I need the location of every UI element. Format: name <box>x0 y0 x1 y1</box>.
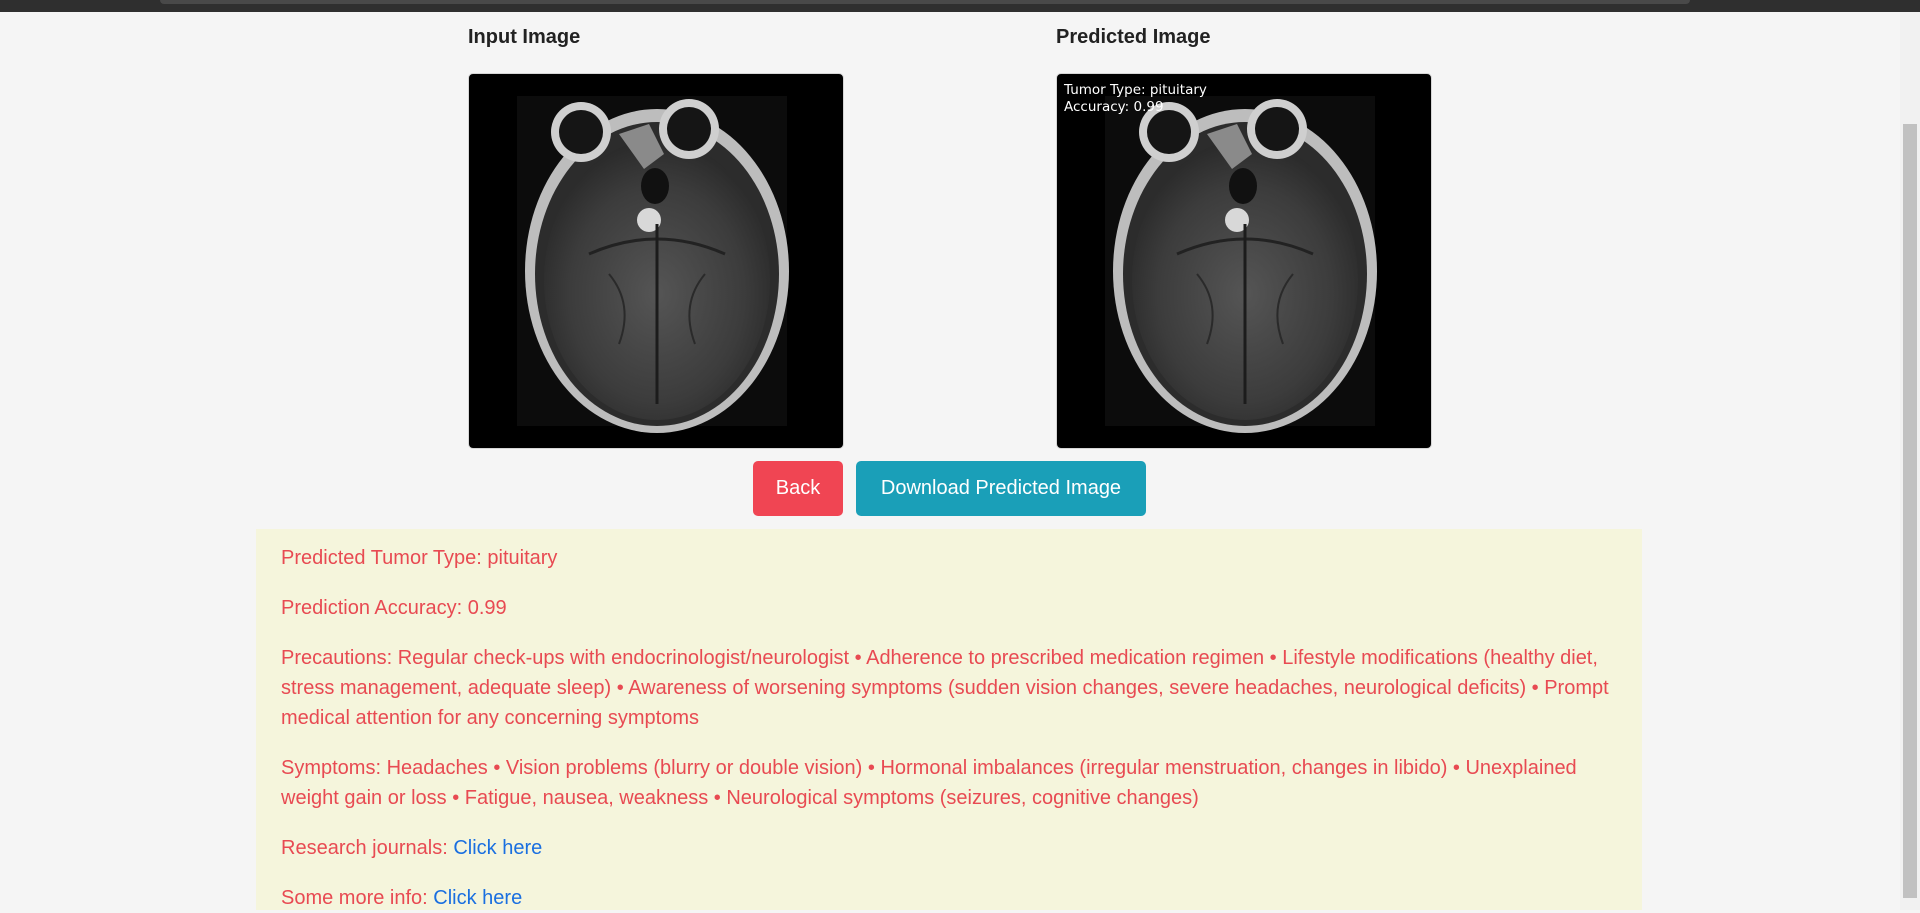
input-mri-image <box>468 73 844 449</box>
predicted-tumor-type: Predicted Tumor Type: pituitary <box>281 547 558 569</box>
page-scrollbar[interactable] <box>1900 12 1920 910</box>
research-journals-row: Research journals: Click here <box>281 833 1617 863</box>
predicted-image-title: Predicted Image <box>1056 26 1211 48</box>
browser-tab-strip <box>160 0 1690 4</box>
prediction-details-panel: Predicted Tumor Type: pituitary Predicti… <box>256 529 1642 910</box>
overlay-accuracy: Accuracy: 0.99 <box>1064 99 1164 115</box>
brain-mri-scan <box>1105 96 1377 433</box>
download-predicted-image-button[interactable]: Download Predicted Image <box>856 461 1146 516</box>
prediction-overlay: Tumor Type: pituitary Accuracy: 0.99 <box>1064 82 1207 116</box>
research-journals-label: Research journals: <box>281 837 454 859</box>
back-button[interactable]: Back <box>753 461 843 516</box>
more-info-label: Some more info: <box>281 887 434 909</box>
overlay-tumor-type: Tumor Type: pituitary <box>1064 82 1207 98</box>
browser-top-bar <box>0 0 1920 12</box>
prediction-accuracy: Prediction Accuracy: 0.99 <box>281 597 507 619</box>
brain-mri-scan <box>517 96 789 433</box>
more-info-link[interactable]: Click here <box>433 887 522 909</box>
scrollbar-thumb[interactable] <box>1903 124 1917 898</box>
symptoms-text: Symptoms: Headaches • Vision problems (b… <box>281 757 1577 809</box>
precautions-text: Precautions: Regular check-ups with endo… <box>281 647 1609 729</box>
input-image-title: Input Image <box>468 26 581 48</box>
predicted-mri-image: Tumor Type: pituitary Accuracy: 0.99 <box>1056 73 1432 449</box>
research-journals-link[interactable]: Click here <box>453 837 542 859</box>
more-info-row: Some more info: Click here <box>281 883 1617 913</box>
